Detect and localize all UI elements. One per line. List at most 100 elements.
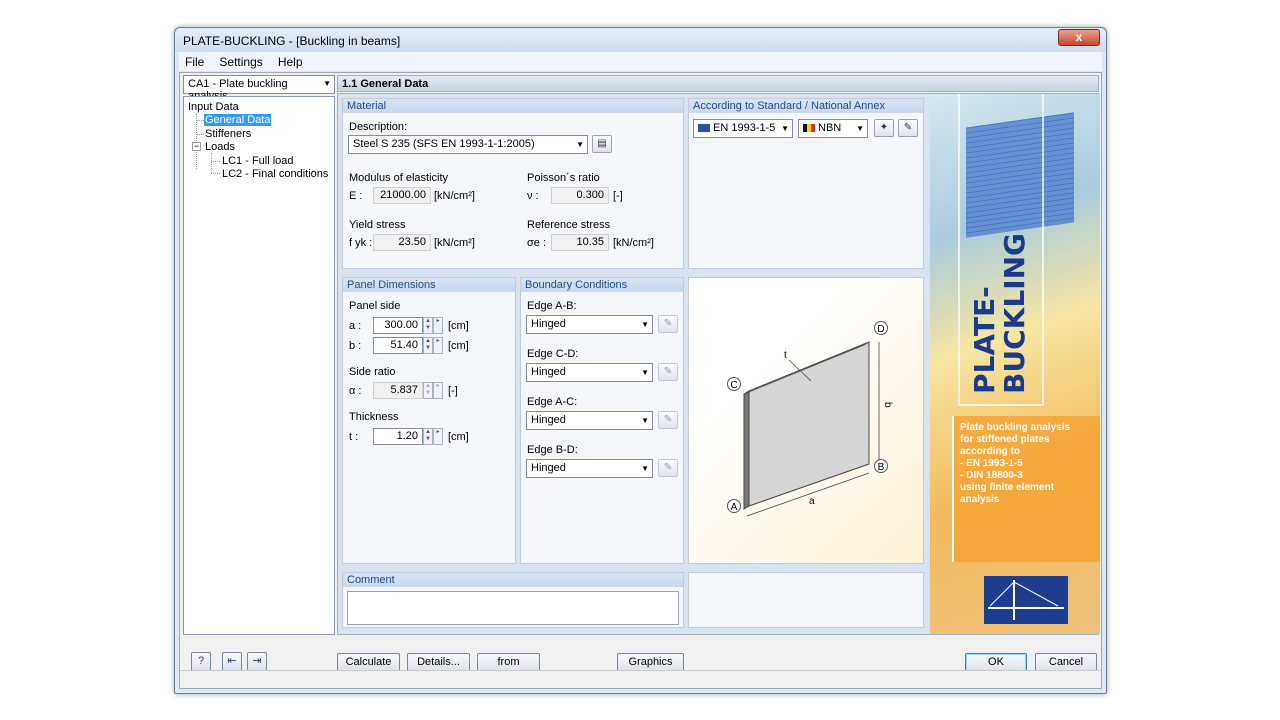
tree-item-loads[interactable]: Loads — [205, 141, 235, 153]
edge-cd-label: Edge C-D: — [527, 348, 579, 360]
chevron-down-icon: ▼ — [323, 79, 331, 88]
edit-icon: ✎ — [663, 462, 673, 473]
banner-title-line1: PLATE- — [968, 286, 1001, 394]
sigma-symbol: σe : — [527, 237, 547, 249]
standard-select[interactable]: EN 1993-1-5 ▼ — [693, 119, 793, 138]
export-button[interactable]: ⇥ — [247, 652, 267, 671]
a-pick-button[interactable]: ▸ — [433, 317, 443, 334]
reference-stress-label: Reference stress — [527, 219, 611, 231]
collapse-icon[interactable]: − — [192, 142, 201, 151]
b-symbol: b : — [349, 340, 362, 352]
bridge-logo-icon — [988, 580, 1064, 620]
edge-ac-edit-button[interactable]: ✎ — [658, 411, 678, 429]
alpha-unit: [-] — [448, 385, 458, 397]
standard-value: EN 1993-1-5 — [713, 122, 776, 134]
alpha-spinner: ▲ ▼ — [423, 382, 433, 399]
import-icon: ⇤ — [227, 655, 237, 667]
material-select[interactable]: Steel S 235 (SFS EN 1993-1-1:2005) ▼ — [348, 135, 588, 154]
edge-ab-edit-button[interactable]: ✎ — [658, 315, 678, 333]
comment-panel: Comment — [342, 572, 684, 628]
e-unit: [kN/cm²] — [434, 190, 475, 202]
national-annex-select[interactable]: NBN ▼ — [798, 119, 868, 138]
fyk-unit: [kN/cm²] — [434, 237, 475, 249]
chevron-down-icon: ▼ — [781, 124, 789, 133]
edge-ac-value: Hinged — [531, 414, 566, 426]
nu-symbol: ν : — [527, 190, 539, 202]
yield-label: Yield stress — [349, 219, 406, 231]
comment-input[interactable] — [347, 591, 679, 625]
menu-bar: File Settings Help — [179, 52, 1102, 71]
material-library-button[interactable]: ▤ — [592, 135, 612, 153]
company-logo — [984, 576, 1068, 624]
label-t: t — [784, 350, 787, 361]
thickness-label: Thickness — [349, 411, 399, 423]
label-c: C — [730, 380, 737, 391]
nu-value: 0.300 — [551, 187, 609, 204]
plate-diagram: C D B A t a b — [727, 321, 893, 517]
material-value: Steel S 235 (SFS EN 1993-1-1:2005) — [353, 138, 535, 150]
menu-file[interactable]: File — [179, 52, 210, 69]
empty-panel — [688, 572, 924, 628]
new-annex-button[interactable]: ✦ — [874, 119, 894, 137]
edge-ac-select[interactable]: Hinged ▼ — [526, 411, 653, 430]
dialog-client: CA1 - Plate buckling analysis ▼ Input Da… — [179, 72, 1102, 689]
edge-ab-select[interactable]: Hinged ▼ — [526, 315, 653, 334]
tree-item-input-data[interactable]: Input Data — [188, 101, 239, 113]
chevron-down-icon: ▼ — [641, 464, 649, 473]
a-symbol: a : — [349, 320, 362, 332]
t-unit: [cm] — [448, 431, 469, 443]
help-button[interactable]: ? — [191, 652, 211, 671]
close-button[interactable]: x — [1058, 29, 1100, 46]
edit-icon: ✎ — [663, 318, 673, 329]
a-unit: [cm] — [448, 320, 469, 332]
eu-flag-icon — [698, 124, 710, 132]
help-icon: ? — [197, 655, 205, 667]
boundary-panel: Boundary Conditions Edge A-B: Hinged ▼ ✎ … — [520, 277, 684, 564]
alpha-value: 5.837 — [373, 382, 423, 399]
label-b: B — [878, 462, 885, 473]
standard-panel: According to Standard / National Annex E… — [688, 98, 924, 269]
b-spinner[interactable]: ▲ ▼ — [423, 337, 433, 354]
edge-cd-select[interactable]: Hinged ▼ — [526, 363, 653, 382]
banner-desc-line: according to — [960, 446, 1021, 457]
edge-ab-value: Hinged — [531, 318, 566, 330]
window-title: PLATE-BUCKLING - [Buckling in beams] — [183, 34, 401, 48]
b-input[interactable]: 51.40 — [373, 337, 423, 354]
t-spinner[interactable]: ▲ ▼ — [423, 428, 433, 445]
banner-desc-line: Plate buckling analysis — [960, 422, 1071, 433]
tree-item-lc2[interactable]: LC2 - Final conditions — [222, 168, 328, 180]
tree-item-stiffeners[interactable]: Stiffeners — [205, 128, 251, 140]
case-selector[interactable]: CA1 - Plate buckling analysis ▼ — [183, 75, 335, 102]
t-pick-button[interactable]: ▸ — [433, 428, 443, 445]
banner-desc-line: using finite element — [960, 482, 1054, 493]
chevron-down-icon: ▼ — [641, 416, 649, 425]
page-title: 1.1 General Data — [337, 75, 1099, 92]
edit-annex-button[interactable]: ✎ — [898, 119, 918, 137]
annex-value: NBN — [818, 122, 842, 134]
comment-header: Comment — [343, 573, 683, 587]
menu-settings[interactable]: Settings — [213, 52, 268, 69]
banner-desc-line: - EN 1993-1-5 — [960, 458, 1023, 469]
a-spinner[interactable]: ▲ ▼ — [423, 317, 433, 334]
main-window: PLATE-BUCKLING - [Buckling in beams] x F… — [174, 27, 1107, 694]
sigma-value: 10.35 — [551, 234, 609, 251]
alpha-pick-button: ▸ — [433, 382, 443, 399]
edge-bd-select[interactable]: Hinged ▼ — [526, 459, 653, 478]
chevron-down-icon: ▼ — [576, 140, 584, 149]
t-input[interactable]: 1.20 — [373, 428, 423, 445]
product-banner: PLATE- BUCKLING Plate buckling analysis … — [930, 94, 1100, 634]
edge-bd-edit-button[interactable]: ✎ — [658, 459, 678, 477]
menu-help[interactable]: Help — [272, 52, 309, 69]
chevron-down-icon: ▼ — [641, 368, 649, 377]
import-button[interactable]: ⇤ — [222, 652, 242, 671]
tree-item-lc1[interactable]: LC1 - Full load — [222, 155, 294, 167]
sigma-unit: [kN/cm²] — [613, 237, 654, 249]
a-input[interactable]: 300.00 — [373, 317, 423, 334]
status-bar — [180, 670, 1101, 688]
tree-item-general-data[interactable]: General Data — [204, 114, 272, 126]
edge-ab-label: Edge A-B: — [527, 300, 577, 312]
b-pick-button[interactable]: ▸ — [433, 337, 443, 354]
edge-cd-edit-button[interactable]: ✎ — [658, 363, 678, 381]
navigator-tree: Input Data General Data Stiffeners − Loa… — [183, 96, 335, 635]
label-d: D — [877, 324, 884, 335]
